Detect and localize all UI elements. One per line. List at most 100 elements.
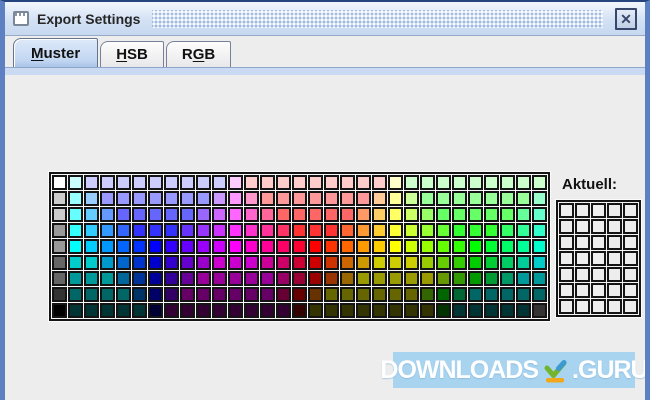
recent-swatch-cell[interactable] bbox=[575, 267, 590, 282]
swatch-cell[interactable] bbox=[228, 191, 243, 206]
swatch-cell[interactable] bbox=[148, 223, 163, 238]
recent-swatch-cell[interactable] bbox=[591, 283, 606, 298]
swatch-cell[interactable] bbox=[196, 175, 211, 190]
swatch-cell[interactable] bbox=[132, 271, 147, 286]
swatch-cell[interactable] bbox=[116, 303, 131, 318]
swatch-cell[interactable] bbox=[532, 175, 547, 190]
swatch-cell[interactable] bbox=[372, 223, 387, 238]
swatch-cell[interactable] bbox=[292, 271, 307, 286]
swatch-cell[interactable] bbox=[484, 191, 499, 206]
swatch-cell[interactable] bbox=[484, 303, 499, 318]
recent-swatch-cell[interactable] bbox=[559, 283, 574, 298]
swatch-cell[interactable] bbox=[276, 223, 291, 238]
swatch-cell[interactable] bbox=[68, 271, 83, 286]
swatch-cell[interactable] bbox=[340, 271, 355, 286]
swatch-cell[interactable] bbox=[276, 207, 291, 222]
swatch-cell[interactable] bbox=[244, 287, 259, 302]
swatch-cell[interactable] bbox=[340, 303, 355, 318]
swatch-cell[interactable] bbox=[196, 207, 211, 222]
swatch-cell[interactable] bbox=[500, 239, 515, 254]
swatch-cell[interactable] bbox=[324, 271, 339, 286]
tab-muster[interactable]: Muster bbox=[13, 38, 99, 67]
swatch-cell[interactable] bbox=[436, 191, 451, 206]
swatch-cell[interactable] bbox=[372, 271, 387, 286]
swatch-cell[interactable] bbox=[404, 303, 419, 318]
swatch-cell[interactable] bbox=[68, 287, 83, 302]
swatch-cell[interactable] bbox=[452, 175, 467, 190]
recent-swatch-cell[interactable] bbox=[575, 203, 590, 218]
swatch-cell[interactable] bbox=[292, 255, 307, 270]
swatch-cell[interactable] bbox=[420, 191, 435, 206]
swatch-cell[interactable] bbox=[500, 191, 515, 206]
swatch-cell[interactable] bbox=[260, 303, 275, 318]
swatch-cell[interactable] bbox=[516, 303, 531, 318]
swatch-cell[interactable] bbox=[276, 255, 291, 270]
swatch-cell[interactable] bbox=[244, 255, 259, 270]
swatch-cell[interactable] bbox=[436, 207, 451, 222]
recent-swatch-cell[interactable] bbox=[623, 203, 638, 218]
swatch-cell[interactable] bbox=[196, 303, 211, 318]
swatch-cell[interactable] bbox=[100, 255, 115, 270]
swatch-cell[interactable] bbox=[164, 271, 179, 286]
swatch-cell[interactable] bbox=[308, 255, 323, 270]
swatch-cell[interactable] bbox=[164, 255, 179, 270]
swatch-cell[interactable] bbox=[500, 207, 515, 222]
swatch-cell[interactable] bbox=[132, 207, 147, 222]
recent-swatch-cell[interactable] bbox=[591, 203, 606, 218]
swatch-cell[interactable] bbox=[340, 255, 355, 270]
swatch-cell[interactable] bbox=[116, 287, 131, 302]
swatch-cell[interactable] bbox=[116, 271, 131, 286]
swatch-cell[interactable] bbox=[324, 303, 339, 318]
swatch-cell[interactable] bbox=[404, 271, 419, 286]
swatch-cell[interactable] bbox=[100, 191, 115, 206]
swatch-cell[interactable] bbox=[148, 239, 163, 254]
swatch-cell[interactable] bbox=[452, 271, 467, 286]
swatch-cell[interactable] bbox=[292, 175, 307, 190]
swatch-cell[interactable] bbox=[484, 255, 499, 270]
swatch-cell[interactable] bbox=[500, 255, 515, 270]
swatch-cell[interactable] bbox=[84, 271, 99, 286]
recent-swatch-cell[interactable] bbox=[575, 251, 590, 266]
swatch-cell[interactable] bbox=[420, 239, 435, 254]
swatch-cell[interactable] bbox=[436, 271, 451, 286]
swatch-cell[interactable] bbox=[260, 271, 275, 286]
swatch-cell[interactable] bbox=[164, 191, 179, 206]
swatch-cell[interactable] bbox=[52, 271, 67, 286]
swatch-cell[interactable] bbox=[516, 255, 531, 270]
swatch-cell[interactable] bbox=[132, 223, 147, 238]
swatch-cell[interactable] bbox=[276, 303, 291, 318]
swatch-cell[interactable] bbox=[100, 239, 115, 254]
swatch-cell[interactable] bbox=[212, 287, 227, 302]
swatch-cell[interactable] bbox=[388, 175, 403, 190]
swatch-cell[interactable] bbox=[388, 207, 403, 222]
swatch-cell[interactable] bbox=[324, 239, 339, 254]
recent-swatch-cell[interactable] bbox=[623, 267, 638, 282]
swatch-cell[interactable] bbox=[196, 255, 211, 270]
swatch-cell[interactable] bbox=[148, 287, 163, 302]
swatch-cell[interactable] bbox=[260, 287, 275, 302]
swatch-cell[interactable] bbox=[500, 223, 515, 238]
swatch-cell[interactable] bbox=[308, 287, 323, 302]
swatch-cell[interactable] bbox=[292, 287, 307, 302]
swatch-cell[interactable] bbox=[276, 239, 291, 254]
swatch-cell[interactable] bbox=[180, 287, 195, 302]
recent-swatch-cell[interactable] bbox=[591, 251, 606, 266]
swatch-cell[interactable] bbox=[180, 303, 195, 318]
swatch-cell[interactable] bbox=[340, 191, 355, 206]
recent-swatch-cell[interactable] bbox=[623, 251, 638, 266]
recent-swatch-cell[interactable] bbox=[559, 219, 574, 234]
swatch-cell[interactable] bbox=[404, 207, 419, 222]
swatch-cell[interactable] bbox=[52, 191, 67, 206]
swatch-cell[interactable] bbox=[324, 223, 339, 238]
swatch-cell[interactable] bbox=[148, 191, 163, 206]
swatch-cell[interactable] bbox=[516, 191, 531, 206]
swatch-cell[interactable] bbox=[468, 191, 483, 206]
swatch-cell[interactable] bbox=[260, 223, 275, 238]
swatch-cell[interactable] bbox=[132, 239, 147, 254]
swatch-cell[interactable] bbox=[228, 239, 243, 254]
recent-swatch-cell[interactable] bbox=[575, 219, 590, 234]
recent-swatch-cell[interactable] bbox=[607, 283, 622, 298]
swatch-cell[interactable] bbox=[372, 287, 387, 302]
swatch-cell[interactable] bbox=[372, 255, 387, 270]
swatch-cell[interactable] bbox=[452, 191, 467, 206]
